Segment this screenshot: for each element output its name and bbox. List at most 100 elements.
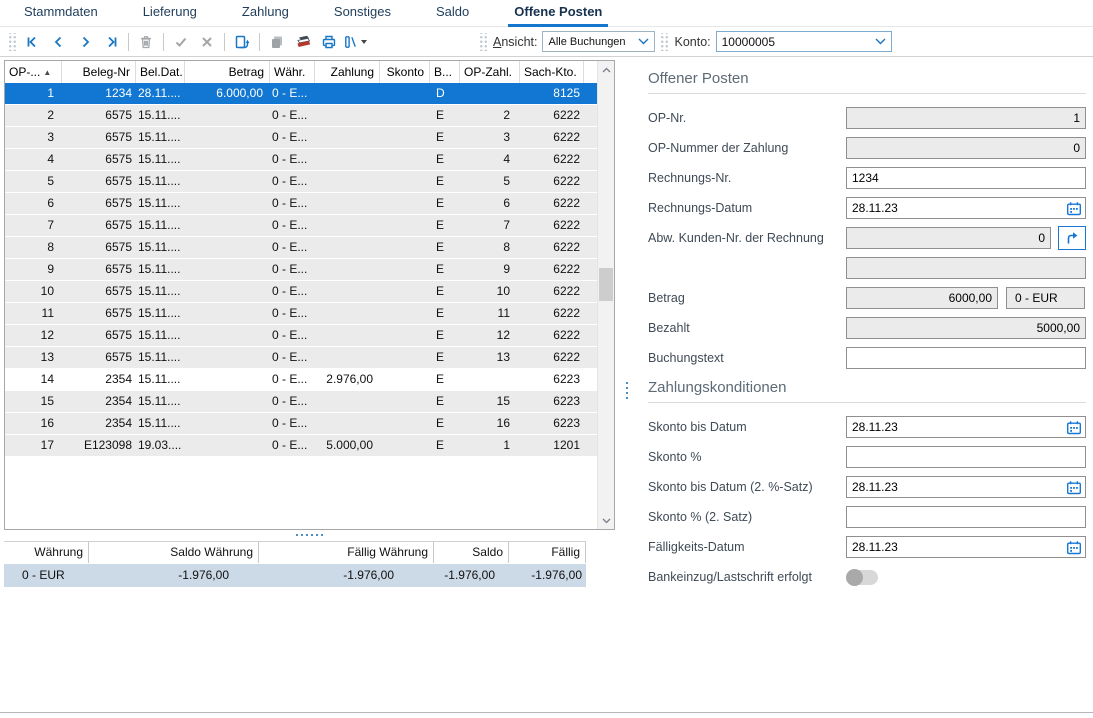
table-row[interactable]: 10657515.11....0 - E...E106222 [5,281,597,303]
column-header-zahlung[interactable]: Zahlung [315,61,380,83]
scrollbar-thumb[interactable] [599,268,613,301]
column-header-sach_kto[interactable]: Sach-Kto. [520,61,584,83]
column-header-1[interactable]: Saldo Währung [89,542,259,563]
cancel-button[interactable] [195,30,219,54]
cell [315,149,380,170]
konto-combobox[interactable]: 10000005 [716,31,892,52]
toolbar-drag-handle[interactable] [478,33,487,51]
tab-offene-posten[interactable]: Offene Posten [508,0,608,27]
op-nr-control [846,107,1086,129]
column-header-betrag[interactable]: Betrag [185,61,270,83]
column-header-op_zahl[interactable]: OP-Zahl. [460,61,520,83]
betrag-control [846,287,1086,309]
column-header-beleg_nr[interactable]: Beleg-Nr [62,61,136,83]
cell [185,413,270,434]
chevron-down-icon [638,38,649,45]
cell: 6575 [62,281,136,302]
cell: 2354 [62,413,136,434]
next-record-button[interactable] [73,30,97,54]
cell: 6222 [520,347,584,368]
previous-record-button[interactable] [47,30,71,54]
tab-sonstiges[interactable]: Sonstiges [328,0,397,27]
table-row[interactable]: 13657515.11....0 - E...E136222 [5,347,597,369]
skonto-prozent-2-field[interactable] [846,506,1086,528]
cell: 6575 [62,193,136,214]
ledger-button[interactable] [343,30,367,54]
column-header-3[interactable]: Saldo [434,542,509,563]
column-header-2[interactable]: Fällig Währung [259,542,434,563]
cell [315,413,380,434]
journal-books-button[interactable] [291,30,315,54]
delete-button[interactable] [134,30,158,54]
cell: 6222 [520,193,584,214]
calendar-icon[interactable] [1065,200,1083,216]
vertical-splitter[interactable] [623,377,631,403]
table-row[interactable]: 12657515.11....0 - E...E126222 [5,325,597,347]
copy-button[interactable] [265,30,289,54]
column-header-op_nr[interactable]: OP-...▲ [5,61,62,83]
tab-saldo[interactable]: Saldo [430,0,475,27]
confirm-button[interactable] [169,30,193,54]
rebook-button[interactable] [230,30,254,54]
toolbar-drag-handle[interactable] [7,33,16,51]
table-row[interactable]: 5657515.11....0 - E...E56222 [5,171,597,193]
column-header-0[interactable]: Währung [4,542,89,563]
jump-to-account-button[interactable] [1058,226,1086,250]
tab-lieferung[interactable]: Lieferung [137,0,203,27]
calendar-icon[interactable] [1065,539,1083,555]
table-row[interactable]: 1123428.11....6.000,000 - E...D8125 [5,83,597,105]
calendar-icon[interactable] [1065,479,1083,495]
saldo-table: WährungSaldo WährungFällig WährungSaldoF… [4,541,586,587]
cell [315,347,380,368]
skonto-prozent-field[interactable] [846,446,1086,468]
cell [315,171,380,192]
calendar-icon[interactable] [1065,419,1083,435]
saldo-row[interactable]: 0 - EUR-1.976,00-1.976,00-1.976,00-1.976… [4,564,586,587]
table-row[interactable]: 9657515.11....0 - E...E96222 [5,259,597,281]
cell: 6223 [520,413,584,434]
table-row[interactable]: 7657515.11....0 - E...E76222 [5,215,597,237]
cell: 2354 [62,369,136,390]
table-row[interactable]: 2657515.11....0 - E...E26222 [5,105,597,127]
buchungstext-field[interactable] [846,347,1086,369]
cell: E123098 [62,435,136,456]
betrag-field [846,287,998,309]
table-row[interactable]: 11657515.11....0 - E...E116222 [5,303,597,325]
section-title-offener-posten: Offener Posten [648,70,1086,87]
table-row[interactable]: 6657515.11....0 - E...E66222 [5,193,597,215]
table-row[interactable]: 4657515.11....0 - E...E46222 [5,149,597,171]
skonto-bis-datum-2-field[interactable] [846,476,1086,498]
first-record-button[interactable] [21,30,45,54]
last-record-button[interactable] [99,30,123,54]
vertical-scrollbar[interactable] [597,61,614,529]
cell [315,215,380,236]
toolbar-drag-handle[interactable] [659,33,668,51]
rechnungs-datum-field[interactable] [846,197,1086,219]
column-header-bel_dat[interactable]: Bel.Dat. [136,61,185,83]
cell [185,149,270,170]
column-header-skonto[interactable]: Skonto [380,61,430,83]
cell [460,83,520,104]
skonto-bis-datum-field[interactable] [846,416,1086,438]
tab-zahlung[interactable]: Zahlung [236,0,295,27]
table-row[interactable]: 3657515.11....0 - E...E36222 [5,127,597,149]
scroll-down-arrow[interactable] [598,512,614,529]
column-header-waehr[interactable]: Währ. [270,61,315,83]
rechnungs-nr-field[interactable] [846,167,1086,189]
field-row-bezahlt: Bezahlt [648,317,1086,339]
faelligkeits-datum-field[interactable] [846,536,1086,558]
table-row[interactable]: 15235415.11....0 - E...E156223 [5,391,597,413]
print-button[interactable] [317,30,341,54]
table-row[interactable]: 17E12309819.03....0 - E...5.000,00E11201 [5,435,597,457]
cell: E [430,193,460,214]
table-row[interactable]: 14235415.11....0 - E...2.976,00E6223 [5,369,597,391]
column-header-b[interactable]: B... [430,61,460,83]
tab-stammdaten[interactable]: Stammdaten [18,0,104,27]
column-header-4[interactable]: Fällig [509,542,586,563]
bankeinzug-lastschrift-erfolgt-toggle[interactable] [846,570,878,585]
ansicht-dropdown[interactable]: Alle Buchungen [542,31,655,52]
table-row[interactable]: 8657515.11....0 - E...E86222 [5,237,597,259]
table-row[interactable]: 16235415.11....0 - E...E166223 [5,413,597,435]
horizontal-splitter[interactable] [4,531,615,539]
scroll-up-arrow[interactable] [598,61,614,78]
